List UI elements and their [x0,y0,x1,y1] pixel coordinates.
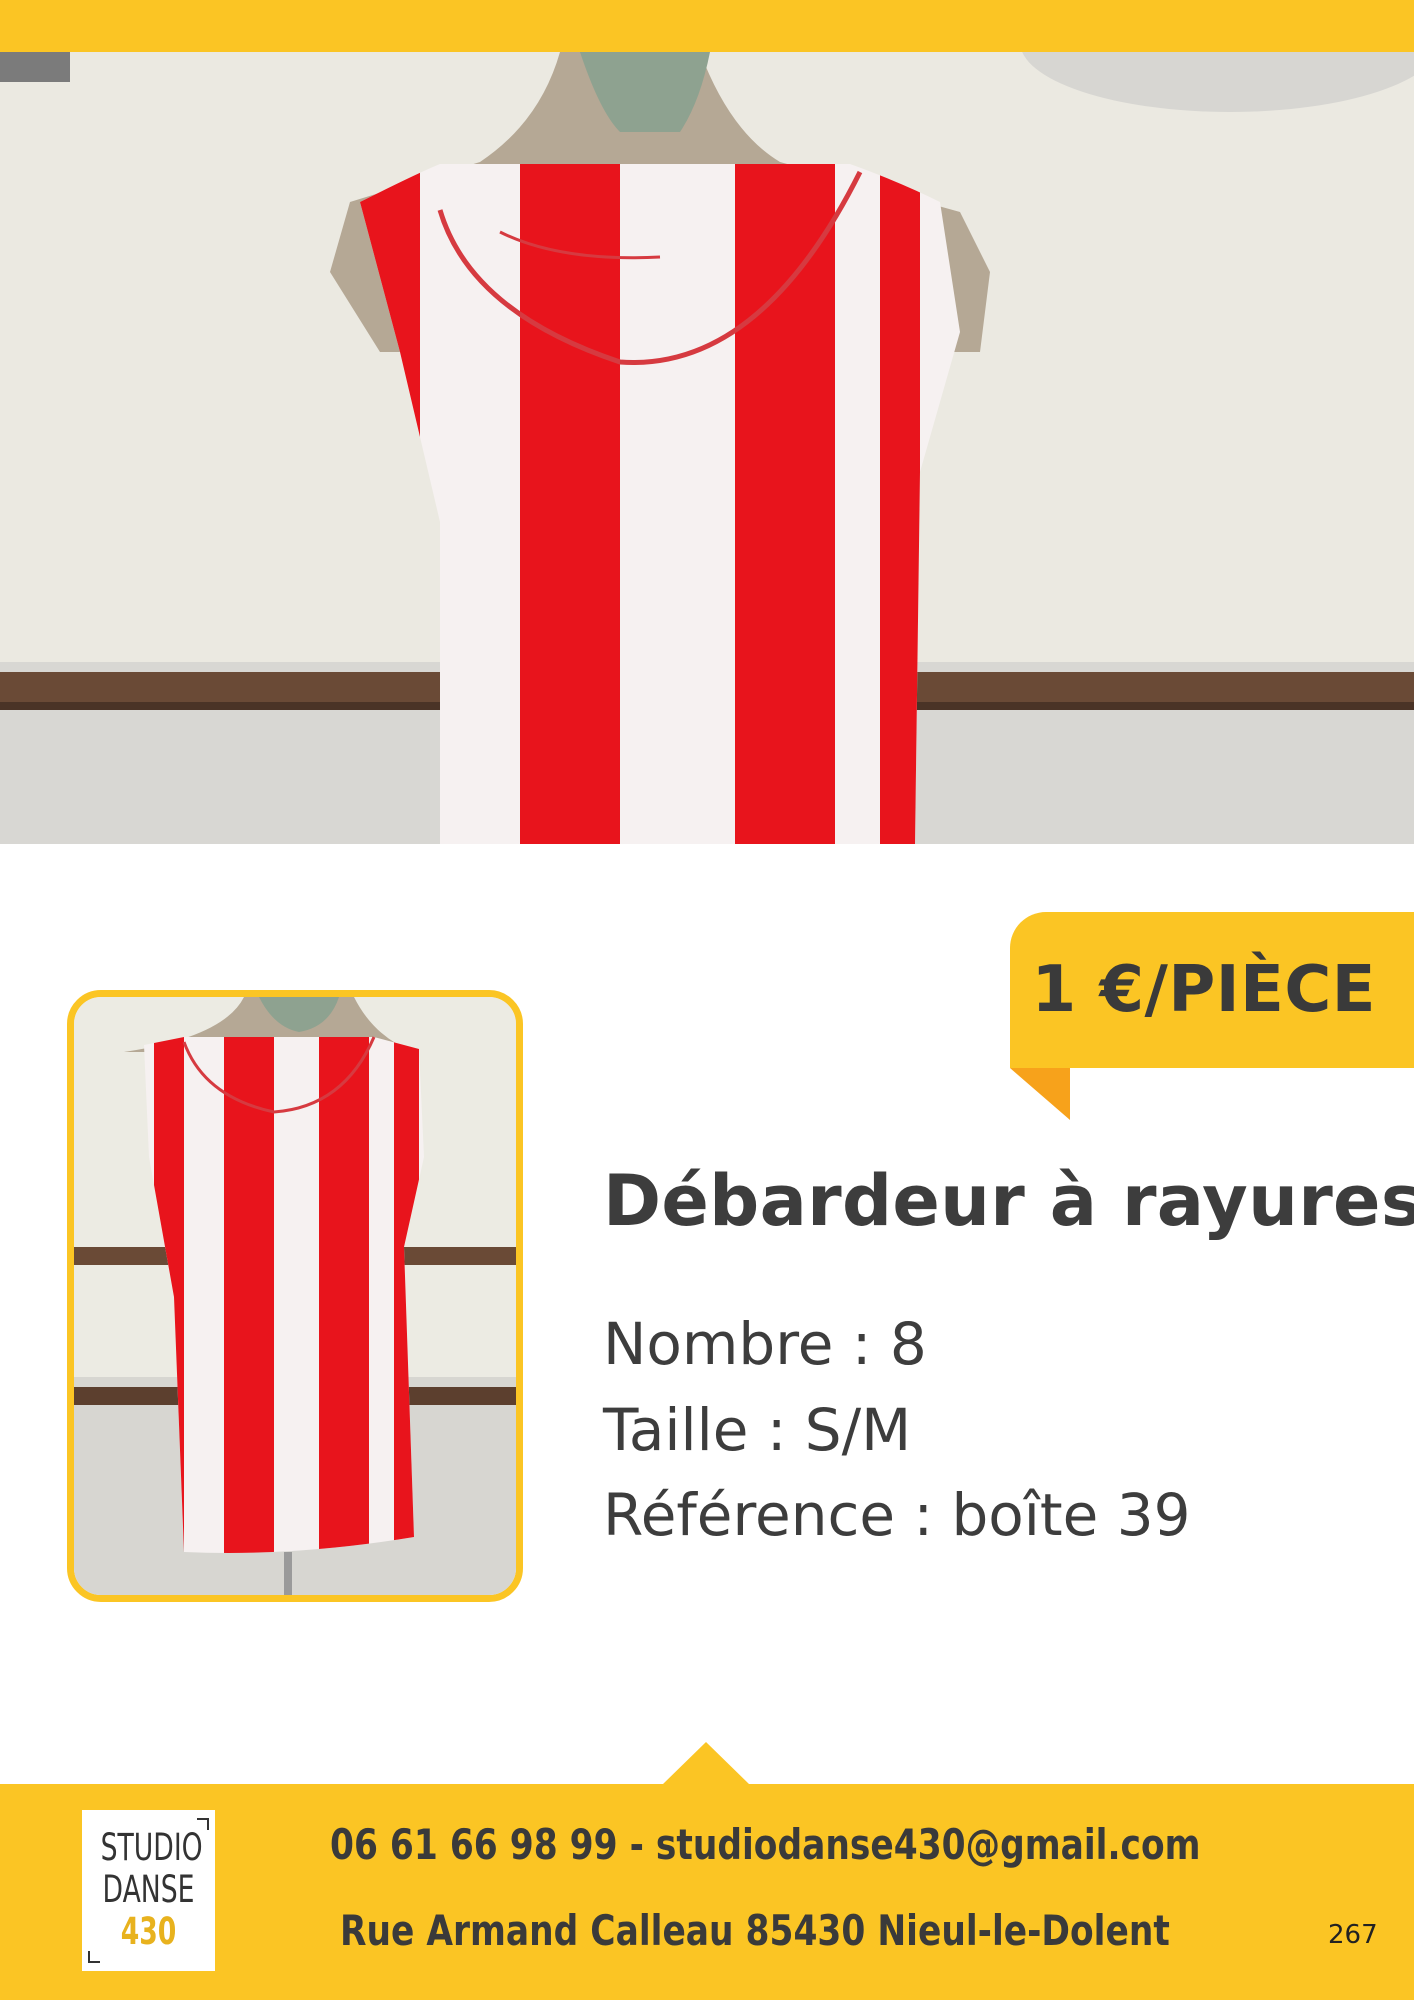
price-label: 1 €/PIÈCE [1031,953,1376,1027]
hero-product-photo [0,52,1414,844]
logo-corner-mark [88,1951,100,1963]
footer-notch [662,1742,750,1785]
product-title: Débardeur à rayures [603,1160,1414,1242]
address-info: Rue Armand Calleau 85430 Nieul-le-Dolent [340,1906,1170,1955]
price-tag: 1 €/PIÈCE [1010,912,1414,1068]
logo-text-430: 430 [120,1910,177,1953]
top-accent-bar [0,0,1414,52]
reference-text: Référence : boîte 39 [603,1481,1191,1549]
logo-text-studio: STUDIO [100,1826,203,1869]
quantity-text: Nombre : 8 [603,1310,927,1378]
contact-info: 06 61 66 98 99 - studiodanse430@gmail.co… [330,1820,1201,1869]
price-tag-fold [1010,1068,1070,1120]
logo-text-danse: DANSE [102,1868,195,1911]
product-thumbnail [67,990,523,1602]
page-number: 267 [1328,1920,1378,1950]
studio-danse-logo: STUDIO DANSE 430 [82,1810,215,1971]
size-text: Taille : S/M [603,1396,912,1464]
